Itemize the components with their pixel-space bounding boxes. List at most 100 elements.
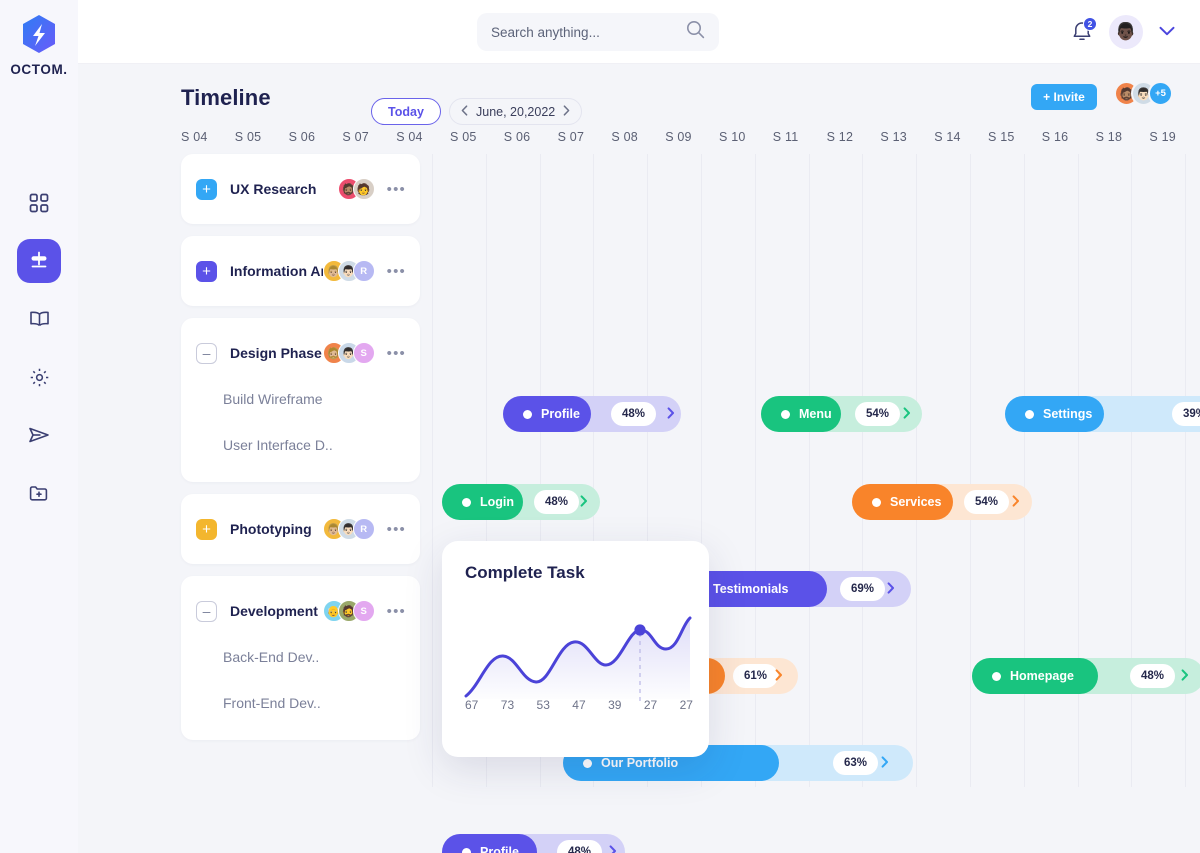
chevron-right-icon[interactable] (1012, 495, 1020, 509)
progress-percent-badge: 48% (534, 490, 580, 514)
chart-title: Complete Task (465, 563, 585, 582)
day-label: S 18 (1095, 130, 1123, 144)
chevron-right-icon[interactable] (667, 407, 675, 421)
day-label: S 07 (557, 130, 585, 144)
day-label: S 04 (396, 130, 423, 144)
timeline-task-bar[interactable]: Homepage 48% (972, 658, 1200, 694)
date-navigator[interactable]: June, 20,2022 (449, 98, 583, 125)
task-group-title: Information Arc... (230, 263, 323, 279)
task-group-header[interactable]: – Design Phase 🧔🏼 👨🏻 S ••• (181, 330, 420, 376)
timeline-task-bar-fill[interactable]: Homepage (972, 658, 1098, 694)
subtask-item[interactable]: User Interface D.. (181, 422, 420, 468)
timeline-task-label: Testimonials (713, 582, 789, 596)
sidebar-item-messages[interactable] (17, 413, 61, 457)
day-label: S 15 (988, 130, 1015, 144)
timeline-task-bar[interactable]: Menu 54% (761, 396, 922, 432)
avatar[interactable]: R (352, 260, 375, 282)
send-paper-plane-icon (28, 425, 50, 445)
timeline-task-bar[interactable]: Login 48% (442, 484, 600, 520)
status-dot-icon (1025, 409, 1034, 419)
avatar[interactable]: S (352, 600, 375, 622)
sidebar-item-new-folder[interactable] (17, 471, 61, 515)
more-horizontal-icon[interactable]: ••• (387, 604, 406, 619)
task-group-header[interactable]: + Phototyping 👨🏼 👨🏻 R ••• (181, 494, 420, 564)
task-group-avatars[interactable]: 👴 🧔 S (322, 600, 375, 622)
chevron-right-icon[interactable] (609, 845, 617, 853)
search-box[interactable] (477, 13, 719, 51)
chevron-left-icon[interactable] (461, 103, 468, 121)
timeline-task-bar[interactable]: Profile 48% (442, 834, 625, 853)
notifications-button[interactable]: 2 (1071, 17, 1097, 44)
task-group-header[interactable]: + Information Arc...👨🏼👨🏻R ••• (181, 236, 420, 306)
subtask-item[interactable]: Build Wireframe (181, 376, 420, 422)
chevron-right-icon[interactable] (1181, 669, 1189, 683)
chevron-right-icon[interactable] (903, 407, 911, 421)
more-horizontal-icon[interactable]: ••• (387, 264, 406, 279)
chevron-down-icon[interactable] (1159, 23, 1175, 41)
chevron-right-icon[interactable] (881, 756, 889, 770)
chevron-right-icon[interactable] (887, 582, 895, 596)
brand-logo[interactable]: OCTOM. (10, 14, 67, 77)
task-group-header[interactable]: – Development 👴 🧔 S ••• (181, 588, 420, 634)
collapse-minus-icon[interactable]: – (196, 342, 217, 364)
expand-plus-icon[interactable]: + (196, 518, 217, 540)
sidebar-item-library[interactable] (17, 297, 61, 341)
timeline-task-bar-fill[interactable]: Menu (761, 396, 841, 432)
day-label: S 05 (234, 130, 262, 144)
chevron-right-icon[interactable] (563, 103, 570, 121)
sidebar-item-timeline[interactable] (17, 239, 61, 283)
search-input[interactable] (491, 24, 678, 40)
collapse-minus-icon[interactable]: – (196, 600, 217, 622)
more-horizontal-icon[interactable]: ••• (387, 522, 406, 537)
avatar[interactable]: 👨🏿 (1109, 15, 1143, 49)
timeline-task-label: Services (890, 495, 942, 509)
more-horizontal-icon[interactable]: ••• (387, 346, 406, 361)
avatar[interactable]: R (352, 518, 375, 540)
sidebar-item-settings[interactable] (17, 355, 61, 399)
timeline-task-bar[interactable]: Testimonials 69% (675, 571, 911, 607)
add-invite-button[interactable]: + Invite (1031, 84, 1097, 110)
timeline-task-bar-fill[interactable]: Services (852, 484, 953, 520)
expand-plus-icon[interactable]: + (196, 260, 217, 282)
today-button[interactable]: Today (371, 98, 441, 125)
task-group-card: – Design Phase 🧔🏼 👨🏻 S ••• Build Wireframe User… (181, 318, 420, 482)
timeline-task-bar-fill[interactable]: Profile (503, 396, 591, 432)
timeline-task-bar[interactable]: Profile 48% (503, 396, 681, 432)
day-label: S 16 (1041, 130, 1069, 144)
timeline-task-bar[interactable]: Settings 39% (1005, 396, 1200, 432)
timeline-task-bar[interactable]: Services 54% (852, 484, 1032, 520)
progress-percent-badge: 39% (1172, 402, 1200, 426)
subtask-item[interactable]: Front-End Dev.. (181, 680, 420, 726)
timeline-task-bar-fill[interactable]: Login (442, 484, 523, 520)
more-horizontal-icon[interactable]: ••• (387, 182, 406, 197)
invited-members[interactable]: 🧔🏽 👨🏻 +5 (1114, 81, 1173, 106)
app-root: OCTOM. Search anything... 2 👨🏿 Timeline … (0, 0, 1200, 853)
invite-avatar-overflow[interactable]: +5 (1148, 81, 1173, 106)
task-group-avatars[interactable]: 👨🏼 👨🏻 R (322, 260, 375, 282)
sidebar-item-dashboard[interactable] (17, 181, 61, 225)
day-label: S 09 (665, 130, 692, 144)
complete-task-card[interactable]: Complete Task 67 73 53 47 39 27 27 (442, 541, 709, 757)
timeline-task-bar-fill[interactable]: Settings (1005, 396, 1104, 432)
book-icon (29, 309, 50, 329)
timeline-task-label: Menu (799, 407, 832, 421)
chevron-right-icon[interactable] (580, 495, 588, 509)
task-group-header[interactable]: + UX Research 🧔🏽 🧑 ••• (181, 154, 420, 224)
day-label: S 11 (772, 130, 799, 144)
avatar[interactable]: S (352, 342, 375, 364)
search-icon[interactable] (686, 20, 705, 44)
avatar[interactable]: 🧑 (352, 178, 375, 200)
timeline-task-label: Our Portfolio (601, 756, 679, 770)
chevron-right-icon[interactable] (775, 669, 783, 683)
task-group-avatars[interactable]: 👨🏼 👨🏻 R (322, 518, 375, 540)
task-group-avatars[interactable]: 🧔🏼 👨🏻 S (322, 342, 375, 364)
timeline-board: +UX Research🧔🏽🧑•••+Information Arc...👨🏼👨… (78, 154, 1200, 853)
subtask-item[interactable]: Back-End Dev.. (181, 634, 420, 680)
progress-percent-badge: 54% (855, 402, 901, 426)
day-label: S 12 (826, 130, 854, 144)
progress-percent-badge: 48% (557, 840, 603, 853)
status-dot-icon (462, 497, 471, 507)
expand-plus-icon[interactable]: + (196, 178, 217, 200)
task-group-avatars[interactable]: 🧔🏽 🧑 (337, 178, 375, 200)
timeline-task-bar-fill[interactable]: Profile (442, 834, 537, 853)
